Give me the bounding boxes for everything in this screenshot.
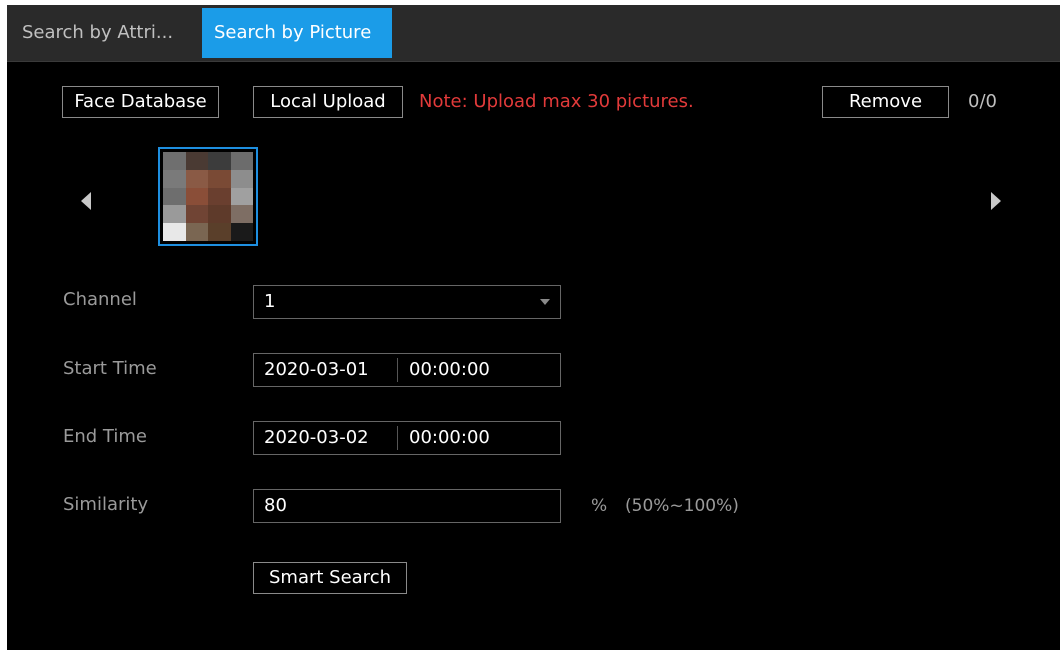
mosaic-tile <box>230 169 253 188</box>
mosaic-tile <box>208 223 231 241</box>
mosaic-tile <box>230 152 253 170</box>
similarity-range: (50%~100%) <box>625 496 739 516</box>
tab-search-by-picture[interactable]: Search by Picture <box>202 8 392 58</box>
similarity-label: Similarity <box>63 494 149 515</box>
mosaic-tile <box>185 223 208 241</box>
mosaic-tile <box>185 169 208 188</box>
local-upload-button[interactable]: Local Upload <box>253 86 403 118</box>
chevron-left-icon[interactable] <box>81 192 91 210</box>
end-date-value[interactable]: 2020-03-02 <box>264 427 369 448</box>
chevron-right-icon[interactable] <box>991 192 1001 210</box>
upload-note: Note: Upload max 30 pictures. <box>419 91 694 112</box>
start-date-value[interactable]: 2020-03-01 <box>264 359 369 380</box>
end-time-field[interactable]: 2020-03-02 00:00:00 <box>253 421 561 455</box>
mosaic-tile <box>163 187 186 206</box>
mosaic-tile <box>185 187 208 206</box>
mosaic-tile <box>163 205 186 224</box>
mosaic-tile <box>163 223 186 241</box>
smart-search-button[interactable]: Smart Search <box>253 562 407 594</box>
mosaic-tile <box>230 187 253 206</box>
mosaic-tile <box>208 152 231 170</box>
chevron-down-icon <box>540 299 550 305</box>
channel-value: 1 <box>264 291 276 312</box>
tab-bar: Search by Attri... Search by Picture <box>7 5 1060 62</box>
similarity-input[interactable]: 80 <box>253 489 561 523</box>
uploaded-picture-thumbnail[interactable] <box>158 147 258 246</box>
end-time-value[interactable]: 00:00:00 <box>409 422 490 454</box>
start-time-field[interactable]: 2020-03-01 00:00:00 <box>253 353 561 387</box>
pixelated-face-image <box>163 152 253 241</box>
channel-select[interactable]: 1 <box>253 285 561 319</box>
date-time-divider <box>397 426 398 450</box>
search-panel: Search by Attri... Search by Picture Fac… <box>7 5 1060 650</box>
start-time-value[interactable]: 00:00:00 <box>409 354 490 386</box>
mosaic-tile <box>208 169 231 188</box>
mosaic-tile <box>163 169 186 188</box>
similarity-unit: % <box>591 496 608 516</box>
end-time-label: End Time <box>63 426 147 447</box>
mosaic-tile <box>185 205 208 224</box>
tab-search-by-attribute[interactable]: Search by Attri... <box>10 8 198 58</box>
face-database-button[interactable]: Face Database <box>62 86 219 118</box>
channel-label: Channel <box>63 289 137 310</box>
start-time-label: Start Time <box>63 358 157 379</box>
picture-count: 0/0 <box>968 91 997 112</box>
mosaic-tile <box>230 205 253 224</box>
mosaic-tile <box>208 205 231 224</box>
remove-button[interactable]: Remove <box>822 86 949 118</box>
mosaic-tile <box>208 187 231 206</box>
mosaic-tile <box>163 152 186 170</box>
mosaic-tile <box>230 223 253 241</box>
mosaic-tile <box>185 152 208 170</box>
date-time-divider <box>397 358 398 382</box>
